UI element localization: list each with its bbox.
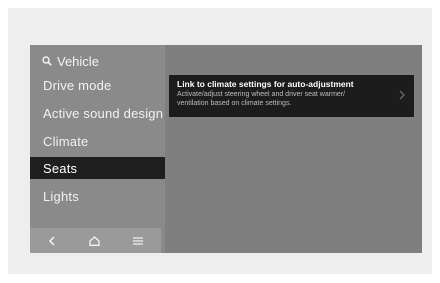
sidebar-item-lights[interactable]: Lights [30,185,165,207]
sidebar-header[interactable]: Vehicle [42,51,99,71]
climate-link-setting[interactable]: Link to climate settings for auto-adjust… [169,75,414,117]
menu-icon [132,236,143,245]
sidebar: Vehicle Drive mode Active sound design C… [30,45,165,253]
sidebar-item-active-sound-design[interactable]: Active sound design [30,102,165,124]
sidebar-item-drive-mode[interactable]: Drive mode [30,74,165,96]
setting-description-line2: ventilation based on climate settings. [177,100,292,107]
sidebar-item-label: Climate [43,133,89,149]
sidebar-item-climate[interactable]: Climate [30,130,165,152]
sidebar-item-label: Seats [43,160,78,176]
back-button[interactable] [30,228,73,253]
home-icon [89,235,100,246]
home-button[interactable] [73,228,116,253]
back-icon [48,235,55,246]
search-icon [42,56,52,66]
sidebar-title: Vehicle [57,53,99,69]
bottom-nav-bar [30,228,161,253]
sidebar-item-label: Lights [43,188,79,204]
sidebar-item-label: Active sound design [43,105,164,121]
setting-description-line1: Activate/adjust steering wheel and drive… [177,91,346,98]
sidebar-item-seats[interactable]: Seats [30,157,165,179]
chevron-right-icon [399,90,405,100]
menu-button[interactable] [116,228,159,253]
setting-title: Link to climate settings for auto-adjust… [177,79,354,89]
sidebar-item-label: Drive mode [43,77,112,93]
vehicle-settings-screen: Vehicle Drive mode Active sound design C… [30,45,422,253]
